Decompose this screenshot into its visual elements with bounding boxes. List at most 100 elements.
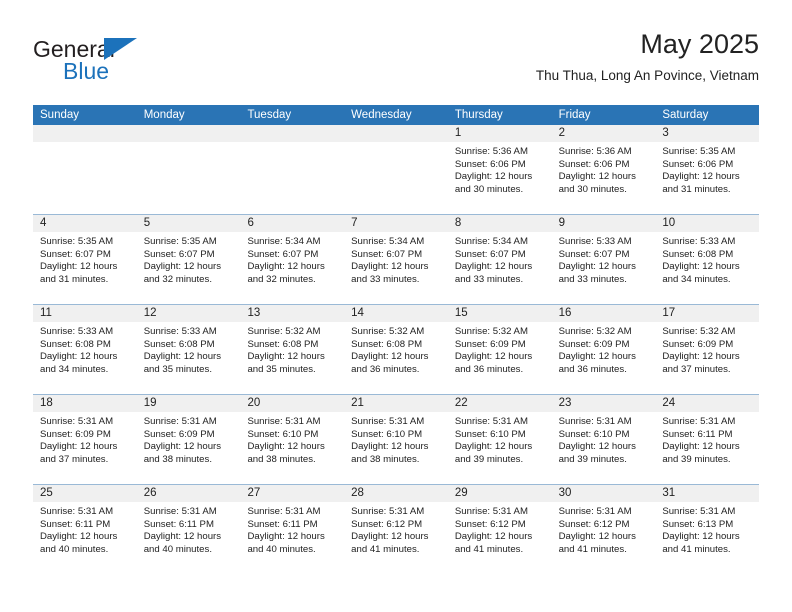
calendar-day-cell[interactable]: 7 Sunrise: 5:34 AM Sunset: 6:07 PM Daylight… xyxy=(344,215,448,304)
day-number: 6 xyxy=(247,217,254,229)
calendar-day-cell[interactable]: 19 Sunrise: 5:31 AM Sunset: 6:09 PM Dayligh… xyxy=(136,395,241,484)
day-sun-info: Sunrise: 5:34 AM Sunset: 6:07 PM Daylight:… xyxy=(448,232,552,286)
sunset-text: Sunset: 6:10 PM xyxy=(247,428,319,440)
calendar-day-cell[interactable]: 8 Sunrise: 5:34 AM Sunset: 6:07 PM Daylight… xyxy=(447,215,552,304)
calendar-day-cell[interactable]: 14 Sunrise: 5:32 AM Sunset: 6:08 PM Dayligh… xyxy=(344,305,448,394)
daylight-text-line2: and 40 minutes. xyxy=(143,543,212,555)
general-blue-logo[interactable]: General Blue xyxy=(33,36,163,88)
day-sun-info: Sunrise: 5:33 AM Sunset: 6:07 PM Daylight:… xyxy=(552,232,656,286)
day-number-band: 8 xyxy=(447,215,552,232)
calendar-day-cell[interactable]: 26 Sunrise: 5:31 AM Sunset: 6:11 PM Dayligh… xyxy=(136,485,241,575)
sunset-text: Sunset: 6:07 PM xyxy=(40,248,111,260)
daylight-text-line2: and 39 minutes. xyxy=(454,453,524,465)
daylight-text-line1: Daylight: 12 hours xyxy=(558,531,636,543)
sunset-text: Sunset: 6:12 PM xyxy=(454,518,526,530)
calendar-day-cell[interactable]: 13 Sunrise: 5:32 AM Sunset: 6:08 PM Dayligh… xyxy=(240,305,345,394)
calendar-day-cell[interactable]: 10 Sunrise: 5:33 AM Sunset: 6:08 PM Dayligh… xyxy=(655,215,760,304)
calendar-day-cell[interactable]: 24 Sunrise: 5:31 AM Sunset: 6:11 PM Dayligh… xyxy=(655,395,760,484)
day-sun-info: Sunrise: 5:35 AM Sunset: 6:07 PM Daylight:… xyxy=(33,232,137,286)
sunset-text: Sunset: 6:06 PM xyxy=(454,158,526,170)
calendar-day-cell[interactable]: 1 Sunrise: 5:36 AM Sunset: 6:06 PM Daylight… xyxy=(447,125,552,214)
day-number: 9 xyxy=(558,217,565,229)
calendar-day-cell-empty xyxy=(136,125,241,214)
day-number-band: 14 xyxy=(344,305,448,322)
daylight-text-line2: and 41 minutes. xyxy=(454,543,524,555)
daylight-text-line2: and 38 minutes. xyxy=(247,453,316,465)
day-number-band: 31 xyxy=(655,485,760,502)
sunset-text: Sunset: 6:11 PM xyxy=(662,428,733,440)
daylight-text-line1: Daylight: 12 hours xyxy=(143,351,222,363)
day-sun-info: Sunrise: 5:31 AM Sunset: 6:10 PM Daylight:… xyxy=(448,412,552,466)
daylight-text-line2: and 30 minutes. xyxy=(454,183,524,195)
calendar-day-cell[interactable]: 3 Sunrise: 5:35 AM Sunset: 6:06 PM Daylight… xyxy=(655,125,760,214)
daylight-text-line1: Daylight: 12 hours xyxy=(247,351,325,363)
calendar-day-cell[interactable]: 17 Sunrise: 5:32 AM Sunset: 6:09 PM Dayligh… xyxy=(655,305,760,394)
calendar-day-cell-empty xyxy=(33,125,137,214)
calendar-day-cell[interactable]: 15 Sunrise: 5:32 AM Sunset: 6:09 PM Dayligh… xyxy=(447,305,552,394)
sunrise-text: Sunrise: 5:33 AM xyxy=(40,326,114,337)
daylight-text-line1: Daylight: 12 hours xyxy=(558,351,636,363)
day-sun-info: Sunrise: 5:35 AM Sunset: 6:06 PM Daylight:… xyxy=(655,142,759,196)
day-number: 20 xyxy=(247,397,261,409)
day-number: 3 xyxy=(662,127,669,139)
day-sun-info: Sunrise: 5:32 AM Sunset: 6:09 PM Daylight:… xyxy=(552,322,656,376)
day-sun-info: Sunrise: 5:33 AM Sunset: 6:08 PM Daylight:… xyxy=(137,322,241,376)
calendar-day-cell[interactable]: 31 Sunrise: 5:31 AM Sunset: 6:13 PM Dayligh… xyxy=(655,485,760,575)
calendar-day-cell[interactable]: 27 Sunrise: 5:31 AM Sunset: 6:11 PM Dayligh… xyxy=(240,485,345,575)
day-number-band: 15 xyxy=(447,305,552,322)
day-sun-info: Sunrise: 5:32 AM Sunset: 6:08 PM Daylight:… xyxy=(240,322,344,376)
sunset-text: Sunset: 6:07 PM xyxy=(454,248,526,260)
daylight-text-line1: Daylight: 12 hours xyxy=(558,261,636,273)
day-number-band: 18 xyxy=(33,395,137,412)
calendar-day-cell[interactable]: 4 Sunrise: 5:35 AM Sunset: 6:07 PM Daylight… xyxy=(33,215,137,304)
daylight-text-line2: and 34 minutes. xyxy=(662,273,731,285)
daylight-text-line1: Daylight: 12 hours xyxy=(558,171,636,183)
calendar-day-cell[interactable]: 6 Sunrise: 5:34 AM Sunset: 6:07 PM Daylight… xyxy=(240,215,345,304)
calendar-day-cell[interactable]: 5 Sunrise: 5:35 AM Sunset: 6:07 PM Daylight… xyxy=(136,215,241,304)
daylight-text-line1: Daylight: 12 hours xyxy=(351,261,429,273)
calendar-day-cell[interactable]: 9 Sunrise: 5:33 AM Sunset: 6:07 PM Daylight… xyxy=(551,215,656,304)
day-number: 29 xyxy=(454,487,468,499)
daylight-text-line1: Daylight: 12 hours xyxy=(247,261,325,273)
title-block: May 2025 Thu Thua, Long An Povince, Viet… xyxy=(536,28,759,84)
sunrise-text: Sunrise: 5:31 AM xyxy=(351,506,425,517)
sunrise-text: Sunrise: 5:31 AM xyxy=(143,506,217,517)
calendar-day-cell[interactable]: 25 Sunrise: 5:31 AM Sunset: 6:11 PM Dayligh… xyxy=(33,485,137,575)
calendar-day-cell[interactable]: 20 Sunrise: 5:31 AM Sunset: 6:10 PM Dayligh… xyxy=(240,395,345,484)
day-number-band xyxy=(33,125,137,142)
calendar-day-cell[interactable]: 30 Sunrise: 5:31 AM Sunset: 6:12 PM Dayligh… xyxy=(551,485,656,575)
daylight-text-line2: and 40 minutes. xyxy=(247,543,316,555)
sunrise-text: Sunrise: 5:31 AM xyxy=(454,416,528,427)
day-number: 15 xyxy=(454,307,468,319)
calendar-day-cell[interactable]: 11 Sunrise: 5:33 AM Sunset: 6:08 PM Dayligh… xyxy=(33,305,137,394)
day-number-band: 13 xyxy=(240,305,345,322)
daylight-text-line2: and 38 minutes. xyxy=(143,453,212,465)
sunrise-text: Sunrise: 5:31 AM xyxy=(454,506,528,517)
day-number-band: 10 xyxy=(655,215,760,232)
calendar-day-cell[interactable]: 16 Sunrise: 5:32 AM Sunset: 6:09 PM Dayligh… xyxy=(551,305,656,394)
calendar-day-cell[interactable]: 12 Sunrise: 5:33 AM Sunset: 6:08 PM Dayligh… xyxy=(136,305,241,394)
day-number-band: 25 xyxy=(33,485,137,502)
day-number: 11 xyxy=(40,307,52,319)
daylight-text-line2: and 41 minutes. xyxy=(662,543,731,555)
calendar-day-cell[interactable]: 21 Sunrise: 5:31 AM Sunset: 6:10 PM Dayligh… xyxy=(344,395,448,484)
sunset-text: Sunset: 6:11 PM xyxy=(143,518,214,530)
calendar-week-row: 18 Sunrise: 5:31 AM Sunset: 6:09 PM Dayligh… xyxy=(33,395,760,485)
day-number: 16 xyxy=(558,307,572,319)
day-number-band: 23 xyxy=(551,395,656,412)
calendar-day-cell[interactable]: 28 Sunrise: 5:31 AM Sunset: 6:12 PM Dayligh… xyxy=(344,485,448,575)
calendar-day-cell[interactable]: 2 Sunrise: 5:36 AM Sunset: 6:06 PM Daylight… xyxy=(551,125,656,214)
daylight-text-line2: and 32 minutes. xyxy=(247,273,316,285)
daylight-text-line1: Daylight: 12 hours xyxy=(247,531,325,543)
calendar-day-cell[interactable]: 29 Sunrise: 5:31 AM Sunset: 6:12 PM Dayligh… xyxy=(447,485,552,575)
calendar-day-cell[interactable]: 18 Sunrise: 5:31 AM Sunset: 6:09 PM Dayligh… xyxy=(33,395,137,484)
sunrise-text: Sunrise: 5:31 AM xyxy=(40,506,114,517)
daylight-text-line1: Daylight: 12 hours xyxy=(662,441,740,453)
calendar-day-cell[interactable]: 23 Sunrise: 5:31 AM Sunset: 6:10 PM Dayligh… xyxy=(551,395,656,484)
daylight-text-line2: and 34 minutes. xyxy=(40,363,109,375)
calendar-week-row: 11 Sunrise: 5:33 AM Sunset: 6:08 PM Dayligh… xyxy=(33,305,760,395)
calendar-day-cell[interactable]: 22 Sunrise: 5:31 AM Sunset: 6:10 PM Dayligh… xyxy=(447,395,552,484)
day-number: 21 xyxy=(351,397,364,409)
daylight-text-line1: Daylight: 12 hours xyxy=(351,441,429,453)
sunset-text: Sunset: 6:07 PM xyxy=(351,248,423,260)
